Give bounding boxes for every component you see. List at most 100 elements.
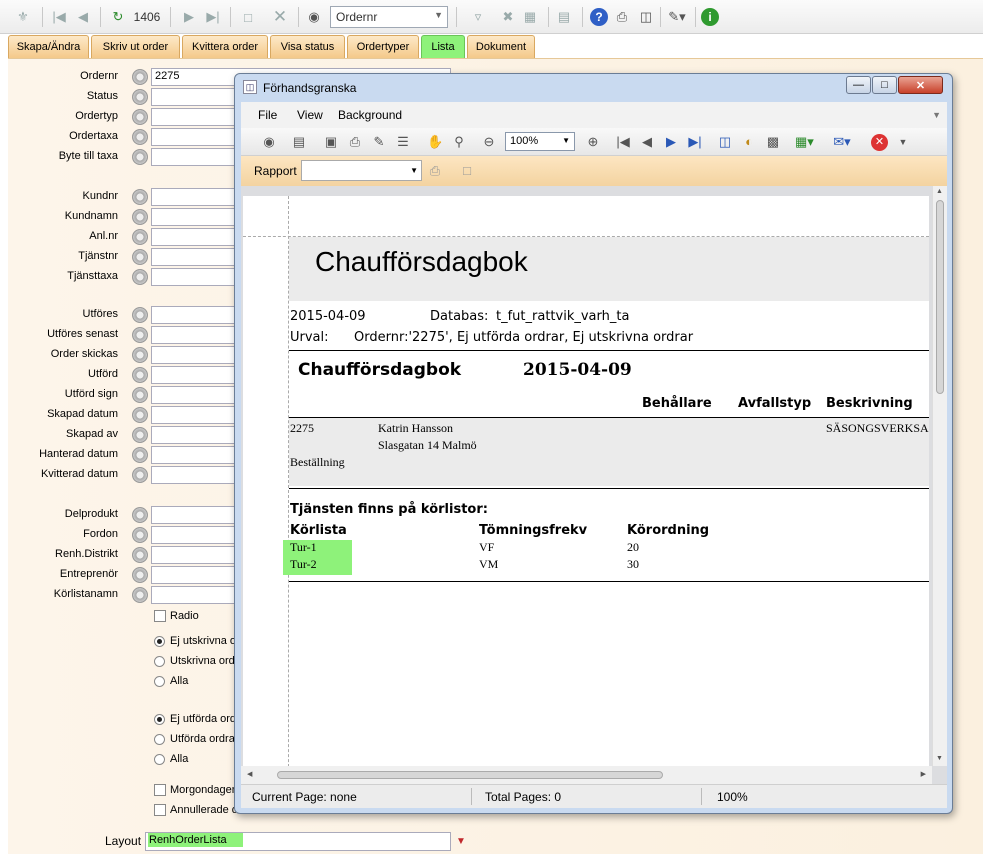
rapport-select[interactable]: ▼: [301, 160, 422, 181]
mail-icon[interactable]: ✉▾: [829, 134, 855, 150]
hand-tool-icon[interactable]: ✋: [427, 134, 443, 150]
page-icon[interactable]: □: [459, 163, 475, 179]
gear-icon[interactable]: [132, 229, 148, 245]
tab-skriv-ut-order[interactable]: Skriv ut order: [91, 35, 180, 58]
scroll-thumb[interactable]: [936, 200, 944, 394]
radio-utforda[interactable]: [154, 734, 165, 745]
watermark-icon[interactable]: ▩: [765, 134, 781, 150]
horizontal-scrollbar[interactable]: ◀ ▶: [241, 766, 932, 784]
scroll-left-icon[interactable]: ◀: [247, 770, 252, 778]
gear-icon[interactable]: [132, 109, 148, 125]
color-icon[interactable]: ◐: [741, 134, 757, 150]
layout-select[interactable]: RenhOrderLista: [145, 832, 451, 851]
filter-icon[interactable]: ▿: [464, 6, 492, 28]
gear-icon[interactable]: [132, 507, 148, 523]
gear-icon[interactable]: [132, 387, 148, 403]
tab-dokument[interactable]: Dokument: [467, 35, 535, 58]
printer-icon[interactable]: ⎙: [612, 6, 632, 28]
morgondagens-checkbox[interactable]: [154, 784, 166, 796]
scroll-right-icon[interactable]: ▶: [921, 770, 926, 778]
radio-alla-print[interactable]: [154, 676, 165, 687]
gear-icon[interactable]: [132, 89, 148, 105]
last-record-icon[interactable]: ▶|: [204, 6, 222, 28]
gear-icon[interactable]: [132, 189, 148, 205]
filter-settings-icon[interactable]: ▦: [520, 6, 540, 28]
export-icon[interactable]: ▦▾: [795, 134, 814, 150]
home-icon[interactable]: ⚜: [12, 6, 34, 28]
first-record-icon[interactable]: |◀: [50, 6, 68, 28]
gear-icon[interactable]: [132, 447, 148, 463]
magnifier-icon[interactable]: ⚲: [451, 134, 467, 150]
gear-icon[interactable]: [132, 367, 148, 383]
gear-icon[interactable]: [132, 209, 148, 225]
gear-icon[interactable]: [132, 527, 148, 543]
print-icon[interactable]: ⎙: [347, 134, 363, 150]
prev-record-icon[interactable]: ◀: [74, 6, 92, 28]
multipage-icon[interactable]: ◫: [717, 134, 733, 150]
edit-dropdown-icon[interactable]: ✎▾: [664, 6, 690, 28]
next-page-icon[interactable]: ▶: [663, 134, 679, 150]
tab-visa-status[interactable]: Visa status: [270, 35, 345, 58]
scroll-thumb[interactable]: [277, 771, 663, 779]
zoom-in-icon[interactable]: ⊕: [585, 134, 601, 150]
annullerade-checkbox[interactable]: [154, 804, 166, 816]
scroll-up-icon[interactable]: ▲: [936, 188, 943, 195]
radio-checkbox[interactable]: [154, 610, 166, 622]
menu-file[interactable]: File: [258, 108, 277, 122]
gear-icon[interactable]: [132, 347, 148, 363]
radio-ej-utskrivna[interactable]: [154, 636, 165, 647]
tab-skapa-andra[interactable]: Skapa/Ändra: [8, 35, 89, 58]
export-icon[interactable]: ▤: [554, 6, 574, 28]
radio-alla-done[interactable]: [154, 754, 165, 765]
gear-icon[interactable]: [132, 547, 148, 563]
print-icon[interactable]: ⎙: [427, 163, 443, 179]
quick-print-icon[interactable]: ✎: [371, 134, 387, 150]
gear-icon[interactable]: [132, 407, 148, 423]
scale-icon[interactable]: ☰: [395, 134, 411, 150]
gear-icon[interactable]: [132, 269, 148, 285]
gear-icon[interactable]: [132, 427, 148, 443]
menu-background[interactable]: Background: [338, 108, 402, 122]
info-icon[interactable]: i: [701, 8, 719, 26]
minimize-icon[interactable]: —: [846, 76, 871, 94]
help-icon[interactable]: ?: [590, 8, 608, 26]
close-preview-icon[interactable]: ✕: [871, 134, 888, 151]
gear-icon[interactable]: [132, 69, 148, 85]
tab-kvittera-order[interactable]: Kvittera order: [182, 35, 268, 58]
find-icon[interactable]: ◉: [261, 134, 277, 150]
open-icon[interactable]: ▤: [291, 134, 307, 150]
zoom-select[interactable]: 100% ▼: [505, 132, 575, 151]
binoculars-icon[interactable]: ◉: [304, 6, 324, 28]
scroll-down-icon[interactable]: ▼: [936, 755, 943, 762]
radio-ej-utforda[interactable]: [154, 714, 165, 725]
first-page-icon[interactable]: |◀: [615, 134, 631, 150]
new-document-icon[interactable]: □: [238, 6, 258, 28]
clear-filter-icon[interactable]: ✖: [498, 6, 518, 28]
menu-overflow-icon[interactable]: ▼: [932, 110, 941, 120]
vertical-scrollbar[interactable]: ▲ ▼: [932, 186, 947, 766]
refresh-icon[interactable]: ↻: [108, 6, 128, 28]
toolbar-overflow-icon[interactable]: ▼: [895, 134, 911, 150]
gear-icon[interactable]: [132, 587, 148, 603]
print-preview-icon[interactable]: ◫: [636, 6, 656, 28]
page-setup-icon[interactable]: ▣: [323, 134, 339, 150]
gear-icon[interactable]: [132, 307, 148, 323]
zoom-out-icon[interactable]: ⊖: [481, 134, 497, 150]
gear-icon[interactable]: [132, 129, 148, 145]
maximize-icon[interactable]: □: [872, 76, 897, 94]
tab-ordertyper[interactable]: Ordertyper: [347, 35, 419, 58]
radio-utskrivna[interactable]: [154, 656, 165, 667]
close-icon[interactable]: ✕: [898, 76, 943, 94]
next-record-icon[interactable]: ▶: [180, 6, 198, 28]
last-page-icon[interactable]: ▶|: [687, 134, 703, 150]
menu-view[interactable]: View: [297, 108, 323, 122]
chevron-down-icon[interactable]: ▼: [453, 834, 469, 850]
gear-icon[interactable]: [132, 249, 148, 265]
window-titlebar[interactable]: ◫ Förhandsgranska — □ ✕: [235, 74, 952, 102]
gear-icon[interactable]: [132, 567, 148, 583]
tab-lista[interactable]: Lista: [421, 35, 465, 58]
gear-icon[interactable]: [132, 149, 148, 165]
prev-page-icon[interactable]: ◀: [639, 134, 655, 150]
search-field-select[interactable]: Ordernr ▼: [330, 6, 448, 28]
gear-icon[interactable]: [132, 467, 148, 483]
